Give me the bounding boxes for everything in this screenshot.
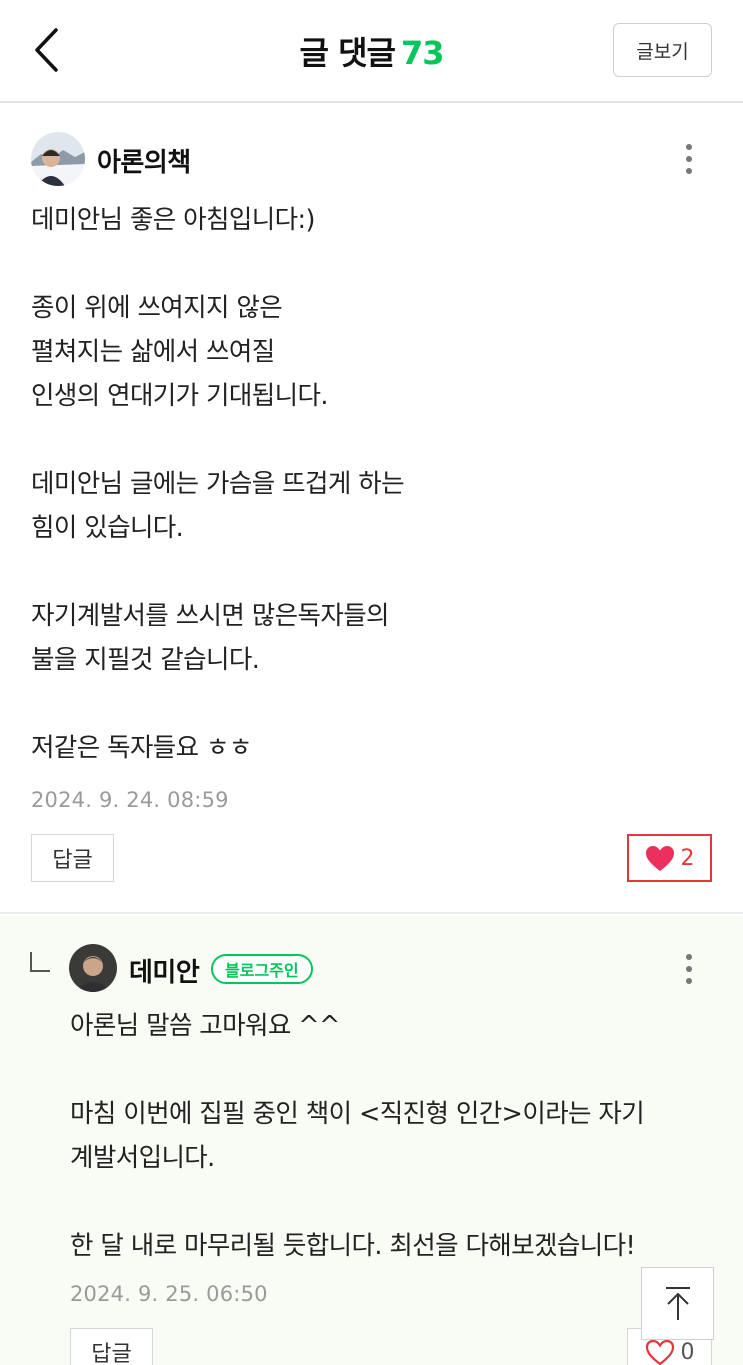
heart-filled-icon [645, 845, 674, 871]
like-button[interactable]: 2 [627, 834, 712, 882]
reply-button[interactable]: 답글 [70, 1328, 153, 1365]
reply-button[interactable]: 답글 [31, 834, 114, 882]
page-title-label: 글 댓글 [299, 34, 396, 72]
more-options-button[interactable] [674, 944, 704, 994]
more-dot [686, 144, 692, 150]
comment-count: 73 [400, 34, 445, 72]
avatar[interactable] [69, 944, 117, 992]
more-options-button[interactable] [674, 134, 704, 184]
more-dot [686, 966, 692, 972]
scroll-to-top-button[interactable] [641, 1267, 714, 1340]
comment-timestamp: 2024. 9. 24. 08:59 [31, 788, 229, 812]
avatar[interactable] [31, 132, 85, 186]
blog-owner-badge: 블로그주인 [211, 954, 313, 984]
comment-text: 아론님 말씀 고마워요 ^^ 마침 이번에 집필 중인 책이 <직진형 인간>이… [70, 1011, 645, 1261]
more-dot [686, 978, 692, 984]
heart-outline-icon [645, 1339, 674, 1365]
comment-timestamp: 2024. 9. 25. 06:50 [70, 1282, 268, 1306]
reply-indicator-icon [30, 952, 50, 972]
more-dot [686, 954, 692, 960]
comment-item: 아론의책 데미안님 좋은 아침입니다:) 종이 위에 쓰여지지 않은 펼쳐지는 … [0, 104, 743, 914]
comment-author[interactable]: 아론의책 [97, 142, 191, 179]
comment-author[interactable]: 데미안 [129, 952, 200, 989]
arrow-up-icon [665, 1286, 690, 1320]
comment-text: 데미안님 좋은 아침입니다:) 종이 위에 쓰여지지 않은 펼쳐지는 삶에서 쓰… [31, 205, 405, 763]
reply-comment-item: 데미안 블로그주인 아론님 말씀 고마워요 ^^ 마침 이번에 집필 중인 책이… [0, 916, 743, 1365]
top-bar: 글 댓글 73 글보기 [0, 0, 743, 103]
avatar-photo [69, 944, 117, 992]
like-count: 2 [680, 845, 695, 871]
more-dot [686, 168, 692, 174]
avatar-photo [31, 132, 85, 186]
more-dot [686, 156, 692, 162]
view-post-button[interactable]: 글보기 [613, 23, 712, 77]
like-count: 0 [680, 1339, 695, 1365]
